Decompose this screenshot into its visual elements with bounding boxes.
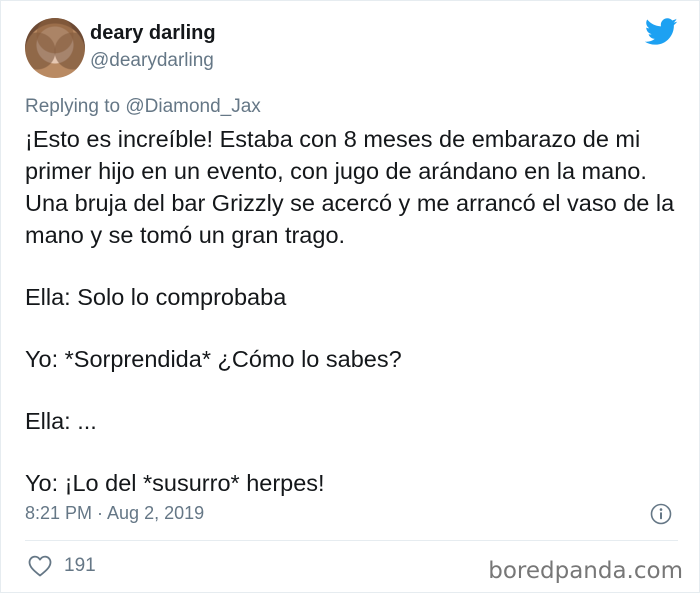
watermark: boredpanda.com — [488, 558, 683, 584]
reply-context: Replying to @Diamond_Jax — [25, 96, 261, 118]
tweet-paragraph: Ella: ... — [25, 408, 97, 434]
info-icon[interactable] — [650, 503, 672, 525]
divider — [25, 540, 678, 541]
tweet-text: ¡Esto es increíble! Estaba con 8 meses d… — [25, 123, 685, 499]
author-display-name[interactable]: deary darling — [90, 22, 216, 45]
tweet-timestamp[interactable]: 8:21 PM · Aug 2, 2019 — [25, 503, 204, 524]
tweet-paragraph: ¡Esto es increíble! Estaba con 8 meses d… — [25, 126, 675, 248]
reply-mention-link[interactable]: @Diamond_Jax — [125, 96, 260, 117]
tweet-paragraph: Yo: ¡Lo del *susurro* herpes! — [25, 470, 325, 496]
reply-prefix: Replying to — [25, 96, 121, 117]
tweet-paragraph: Yo: *Sorprendida* ¿Cómo lo sabes? — [25, 346, 402, 372]
avatar[interactable] — [25, 18, 85, 78]
twitter-bird-icon[interactable] — [645, 18, 678, 46]
like-count: 191 — [64, 555, 96, 576]
tweet-paragraph: Ella: Solo lo comprobaba — [25, 284, 287, 310]
heart-icon[interactable] — [28, 555, 52, 577]
author-handle[interactable]: @dearydarling — [90, 50, 214, 72]
